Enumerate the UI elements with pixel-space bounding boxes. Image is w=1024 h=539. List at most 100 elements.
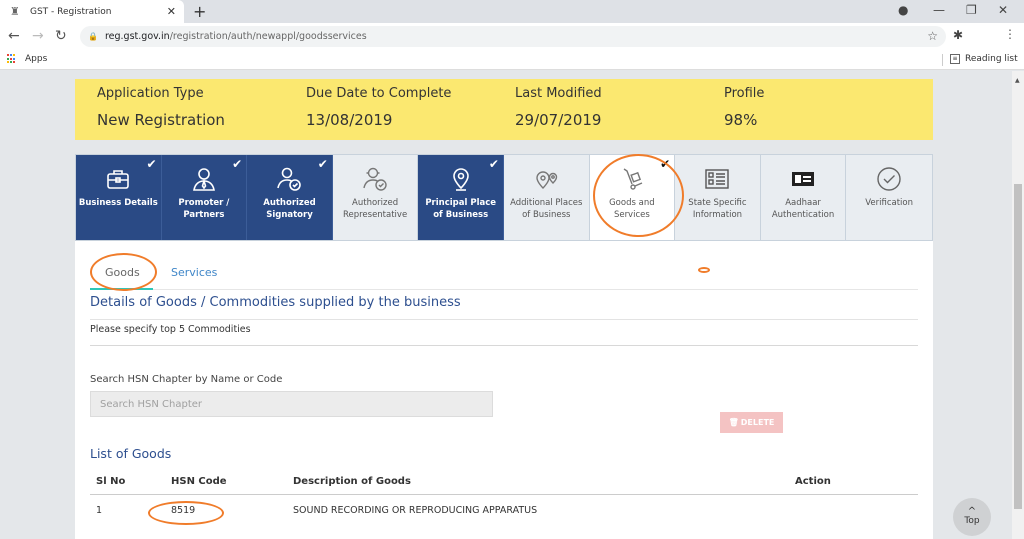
tab-goods[interactable]: Goods bbox=[105, 266, 140, 279]
step-business-details[interactable]: ✔ Business Details bbox=[76, 155, 162, 240]
registration-steps-nav: ✔ Business Details ✔ Promoter / Partners… bbox=[75, 154, 933, 241]
summary-label: Due Date to Complete bbox=[306, 86, 452, 101]
cell-hsn-code: 8519 bbox=[171, 505, 196, 516]
hsn-search-input[interactable] bbox=[90, 391, 493, 417]
completed-check-icon: ✔ bbox=[317, 157, 328, 171]
summary-value: 29/07/2019 bbox=[515, 111, 602, 129]
form-list-icon bbox=[703, 165, 731, 193]
step-aadhaar-authentication[interactable]: Aadhaar Authentication bbox=[760, 155, 847, 240]
signatory-icon bbox=[275, 165, 303, 193]
reading-list-button[interactable]: ≡ Reading list bbox=[942, 54, 1018, 66]
application-summary-bar: Application Type New Registration Due Da… bbox=[75, 79, 933, 140]
step-label: Authorized Signatory bbox=[263, 198, 316, 220]
goods-table-header: Sl No HSN Code Description of Goods Acti… bbox=[90, 471, 918, 495]
completed-check-icon: ✔ bbox=[660, 157, 671, 171]
step-label: Verification bbox=[865, 198, 914, 208]
step-authorized-signatory[interactable]: ✔ Authorized Signatory bbox=[247, 155, 333, 240]
browser-menu-icon[interactable]: ⋮ bbox=[1004, 27, 1016, 41]
col-action: Action bbox=[795, 476, 831, 487]
back-button[interactable]: ← bbox=[8, 28, 20, 44]
reading-list-label: Reading list bbox=[965, 54, 1018, 64]
close-tab-icon[interactable]: ✕ bbox=[167, 5, 176, 18]
step-label: Authorized Representative bbox=[342, 198, 408, 220]
step-state-specific-information[interactable]: State Specific Information bbox=[675, 155, 761, 240]
multi-location-icon bbox=[532, 165, 560, 193]
summary-due-date: Due Date to Complete 13/08/2019 bbox=[306, 86, 451, 129]
person-tie-icon bbox=[190, 165, 218, 193]
back-to-top-button[interactable]: ^ Top bbox=[953, 498, 991, 536]
summary-value: 98% bbox=[724, 111, 758, 129]
summary-application-type: Application Type New Registration bbox=[97, 86, 225, 129]
cell-sl-no: 1 bbox=[96, 505, 103, 516]
top-label: Top bbox=[964, 516, 980, 526]
summary-value: 13/08/2019 bbox=[306, 111, 393, 129]
emblem-favicon-icon: ♜ bbox=[10, 4, 20, 18]
delete-label: DELETE bbox=[740, 418, 775, 427]
id-card-icon bbox=[789, 165, 817, 193]
list-of-goods-title: List of Goods bbox=[90, 446, 172, 461]
summary-label: Profile bbox=[724, 86, 765, 101]
tab-services[interactable]: Services bbox=[171, 266, 217, 279]
profile-icon[interactable]: ● bbox=[898, 3, 908, 17]
reload-button[interactable]: ↻ bbox=[55, 28, 67, 44]
active-tab-indicator bbox=[90, 288, 153, 290]
col-hsn-code: HSN Code bbox=[171, 476, 227, 487]
col-sl-no: Sl No bbox=[96, 476, 126, 487]
step-label: Goods and Services bbox=[609, 198, 655, 220]
scroll-up-arrow-icon[interactable]: ▲ bbox=[1015, 77, 1020, 84]
step-promoter-partners[interactable]: ✔ Promoter / Partners bbox=[161, 155, 248, 240]
forward-button[interactable]: → bbox=[32, 28, 44, 44]
minimize-button[interactable]: — bbox=[933, 3, 945, 17]
divider bbox=[90, 345, 918, 346]
browser-toolbar: ← → ↻ 🔒 reg.gst.gov.in/registration/auth… bbox=[0, 23, 1024, 50]
extensions-puzzle-icon[interactable]: ✱ bbox=[953, 28, 963, 42]
step-label: Business Details bbox=[78, 198, 158, 208]
check-circle-icon bbox=[875, 165, 903, 193]
summary-profile: Profile 98% bbox=[724, 86, 764, 129]
close-window-button[interactable]: ✕ bbox=[998, 3, 1008, 17]
browser-tab-strip: ♜ GST - Registration ✕ + ● — ❐ ✕ bbox=[0, 0, 1024, 23]
reading-list-icon: ≡ bbox=[950, 54, 960, 64]
hand-truck-icon bbox=[618, 165, 646, 193]
url-host: reg.gst.gov.in bbox=[104, 31, 170, 42]
summary-label: Application Type bbox=[97, 86, 204, 101]
step-label: Additional Places of Business bbox=[510, 198, 583, 220]
summary-label: Last Modified bbox=[515, 86, 602, 101]
step-label: Aadhaar Authentication bbox=[771, 198, 835, 220]
commodities-hint: Please specify top 5 Commodities bbox=[90, 324, 251, 335]
apps-bookmark[interactable]: Apps bbox=[25, 54, 47, 64]
divider bbox=[90, 319, 918, 320]
cell-description: SOUND RECORDING OR REPRODUCING APPARATUS bbox=[293, 505, 538, 516]
tab-title: GST - Registration bbox=[30, 6, 112, 17]
representative-icon bbox=[361, 165, 389, 193]
step-principal-place-of-business[interactable]: ✔ Principal Place of Business bbox=[418, 155, 504, 240]
address-bar[interactable]: 🔒 reg.gst.gov.in/registration/auth/newap… bbox=[80, 26, 946, 47]
briefcase-icon bbox=[104, 165, 132, 193]
step-authorized-representative[interactable]: Authorized Representative bbox=[332, 155, 419, 240]
summary-last-modified: Last Modified 29/07/2019 bbox=[515, 86, 602, 129]
browser-tab[interactable]: ♜ GST - Registration ✕ bbox=[0, 0, 184, 23]
step-goods-and-services[interactable]: ✔ Goods and Services bbox=[589, 155, 676, 240]
page-scrollbar[interactable]: ▲ bbox=[1012, 71, 1024, 539]
summary-value: New Registration bbox=[97, 111, 225, 129]
step-additional-places-of-business[interactable]: Additional Places of Business bbox=[503, 155, 590, 240]
step-label: Promoter / Partners bbox=[178, 198, 230, 220]
delete-button[interactable]: 🗑 DELETE bbox=[720, 412, 783, 433]
hsn-search-label: Search HSN Chapter by Name or Code bbox=[90, 374, 283, 385]
bookmark-star-icon[interactable]: ☆ bbox=[927, 29, 938, 43]
new-tab-button[interactable]: + bbox=[193, 2, 206, 21]
url-text: reg.gst.gov.in/registration/auth/newappl… bbox=[105, 31, 367, 42]
trash-icon: 🗑 bbox=[728, 418, 739, 427]
restore-button[interactable]: ❐ bbox=[966, 3, 977, 17]
apps-grid-icon[interactable] bbox=[7, 54, 17, 64]
lock-icon: 🔒 bbox=[88, 32, 98, 41]
page-viewport: Application Type New Registration Due Da… bbox=[0, 71, 1012, 539]
step-verification[interactable]: Verification bbox=[846, 155, 932, 240]
col-description: Description of Goods bbox=[293, 476, 411, 487]
completed-check-icon: ✔ bbox=[488, 157, 499, 171]
bookmarks-bar: Apps ≡ Reading list bbox=[0, 50, 1024, 70]
location-pin-icon bbox=[447, 165, 475, 193]
chevron-up-icon: ^ bbox=[967, 506, 977, 517]
goods-services-subtabs: Goods Services bbox=[90, 241, 918, 290]
scrollbar-thumb[interactable] bbox=[1014, 184, 1022, 509]
